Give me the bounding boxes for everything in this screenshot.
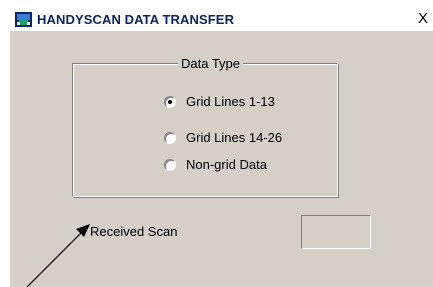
received-scan-field	[301, 215, 371, 249]
title-bar[interactable]: HANDYSCAN DATA TRANSFER X	[10, 7, 433, 31]
radio-label[interactable]: Grid Lines 14-26	[186, 130, 282, 145]
radio-button[interactable]	[164, 132, 176, 144]
handyscan-app-icon[interactable]	[15, 12, 32, 27]
radio-label[interactable]: Non-grid Data	[186, 157, 267, 172]
radio-selected-dot	[168, 100, 172, 104]
radio-label[interactable]: Grid Lines 1-13	[186, 94, 275, 109]
received-scan-label: Received Scan	[90, 224, 178, 239]
radio-button[interactable]	[164, 96, 176, 108]
window-title: HANDYSCAN DATA TRANSFER	[37, 12, 235, 27]
radio-button[interactable]	[164, 159, 176, 171]
close-button[interactable]: X	[418, 10, 433, 27]
data-type-legend: Data Type	[178, 56, 244, 71]
